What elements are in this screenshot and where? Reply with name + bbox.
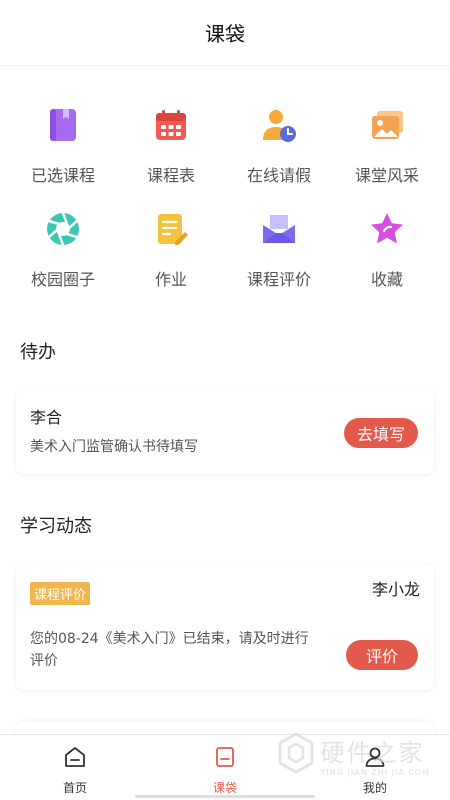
- fill-in-button[interactable]: 去填写: [344, 418, 418, 448]
- grid-item-label: 课程表: [146, 166, 195, 185]
- image-gallery-icon: [368, 106, 406, 144]
- home-indicator: [135, 795, 315, 798]
- todo-student-name: 李合: [30, 408, 63, 427]
- todo-section-title: 待办: [20, 342, 56, 363]
- grid-item-label: 课程评价: [246, 270, 311, 289]
- user-clock-icon: [260, 106, 298, 144]
- tab-label: 首页: [62, 781, 87, 795]
- book-icon: [44, 106, 82, 144]
- watermark: 硬件之家 YING JIAN ZHI JIA.COM: [277, 732, 430, 778]
- page-title: 课袋: [205, 22, 245, 46]
- grid-item-course-review[interactable]: 课程评价: [225, 210, 333, 290]
- feature-grid-row-2: 校园圈子 作业 课程评价 收藏: [0, 210, 450, 290]
- grid-item-label: 已选课程: [30, 166, 95, 185]
- grid-item-label: 课堂风采: [354, 166, 419, 185]
- home-icon: [63, 745, 87, 773]
- header: 课袋: [0, 0, 450, 66]
- grid-item-online-leave[interactable]: 在线请假: [225, 106, 333, 186]
- tab-label: 我的: [362, 781, 387, 795]
- star-icon: [368, 210, 406, 248]
- grid-item-class-showcase[interactable]: 课堂风采: [333, 106, 441, 186]
- tab-home[interactable]: 首页: [0, 735, 150, 800]
- course-review-tag: 课程评价: [30, 582, 91, 605]
- tab-label: 课袋: [212, 781, 237, 795]
- grid-item-label: 收藏: [370, 270, 403, 289]
- bag-icon: [213, 745, 237, 773]
- todo-description: 美术入门监管确认书待填写: [30, 439, 198, 455]
- study-section-title: 学习动态: [20, 516, 92, 537]
- grid-item-label: 在线请假: [246, 166, 311, 185]
- watermark-subtext: YING JIAN ZHI JIA.COM: [320, 768, 430, 777]
- mailbox-icon: [260, 210, 298, 248]
- grid-item-timetable[interactable]: 课程表: [117, 106, 225, 186]
- calendar-icon: [152, 106, 190, 144]
- review-button[interactable]: 评价: [346, 640, 418, 670]
- study-card: 课程评价 李小龙 您的08-24《美术入门》已结束，请及时进行评价 评价: [16, 564, 434, 690]
- grid-item-label: 作业: [154, 270, 187, 289]
- grid-item-campus-circle[interactable]: 校园圈子: [9, 210, 117, 290]
- aperture-icon: [44, 210, 82, 248]
- study-description: 您的08-24《美术入门》已结束，请及时进行评价: [30, 631, 309, 669]
- grid-item-selected-courses[interactable]: 已选课程: [9, 106, 117, 186]
- grid-item-label: 校园圈子: [30, 270, 95, 289]
- grid-item-favorites[interactable]: 收藏: [333, 210, 441, 290]
- todo-card: 李合 美术入门监管确认书待填写 去填写: [16, 390, 434, 474]
- watermark-logo-icon: [277, 732, 315, 778]
- watermark-text: 硬件之家: [320, 739, 425, 767]
- feature-grid-row-1: 已选课程 课程表 在线请假 课堂风采: [0, 106, 450, 186]
- document-edit-icon: [152, 210, 190, 248]
- grid-item-homework[interactable]: 作业: [117, 210, 225, 290]
- teacher-name: 李小龙: [371, 580, 420, 599]
